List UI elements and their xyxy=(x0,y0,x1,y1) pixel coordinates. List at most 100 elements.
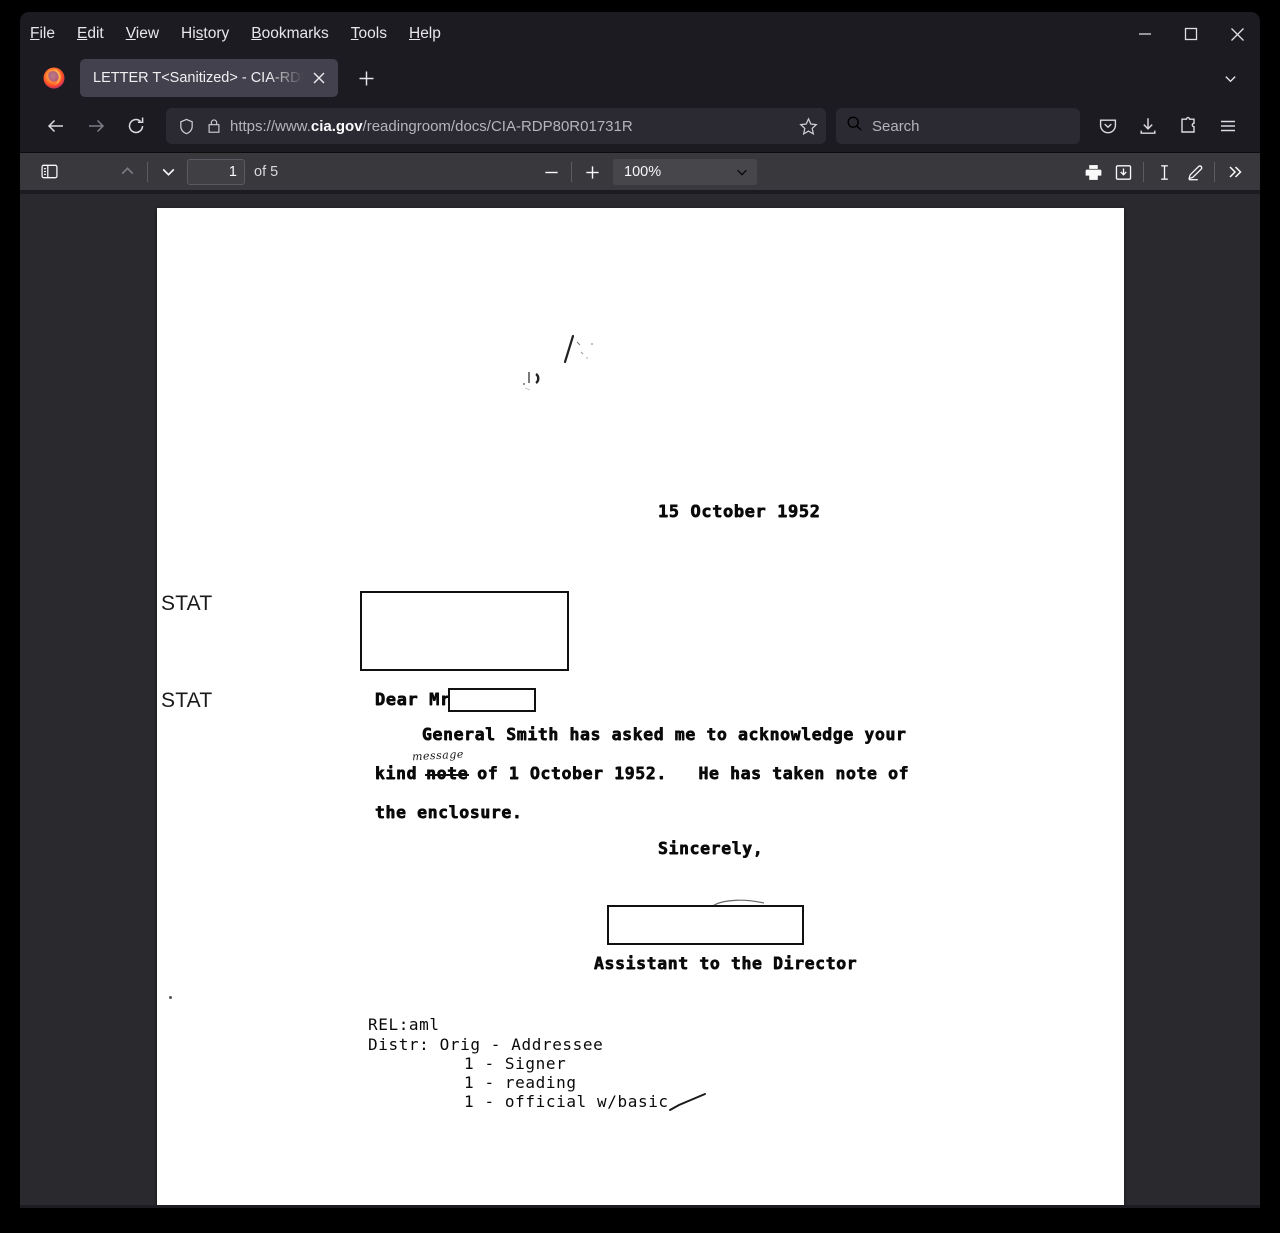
menu-history[interactable]: History xyxy=(172,20,238,48)
window-controls xyxy=(1122,12,1260,56)
plus-icon xyxy=(585,165,599,179)
page-number-input[interactable]: 1 xyxy=(187,158,245,185)
bookmark-star-button[interactable] xyxy=(799,116,818,136)
body-line-2-prefix: kind xyxy=(375,764,418,783)
handwritten-correction: message xyxy=(411,747,465,764)
text-select-icon xyxy=(1160,164,1168,180)
tab-active[interactable]: LETTER T<Sanitized> - CIA-RDP80R01731R0 xyxy=(80,59,338,97)
menu-edit[interactable]: Edit xyxy=(68,20,113,48)
page-count-label: of 5 xyxy=(254,163,279,180)
distribution-line-4: 1 - official w/basic xyxy=(464,1092,669,1111)
redaction-box-name xyxy=(448,688,536,712)
app-menu-button[interactable] xyxy=(1208,106,1248,146)
draw-button[interactable] xyxy=(1179,158,1209,186)
previous-page-button[interactable] xyxy=(112,158,142,186)
back-arrow-icon xyxy=(47,119,63,133)
star-icon xyxy=(799,116,818,135)
reload-button[interactable] xyxy=(116,106,156,146)
new-tab-button[interactable] xyxy=(348,60,384,96)
redaction-box-addressee xyxy=(360,591,569,671)
closing-text: Sincerely, xyxy=(658,839,764,858)
menu-file[interactable]: File xyxy=(21,20,64,48)
menu-tools[interactable]: Tools xyxy=(342,20,396,48)
document-date: 15 October 1952 xyxy=(658,502,821,522)
pocket-button[interactable] xyxy=(1088,106,1128,146)
toolbar-separator xyxy=(1214,162,1215,182)
browser-window: File Edit View History Bookmarks Tools H… xyxy=(20,12,1260,1208)
search-input[interactable]: Search xyxy=(872,118,920,135)
menu-help[interactable]: Help xyxy=(400,20,450,48)
zoom-controls: 100% xyxy=(536,153,757,191)
plus-icon xyxy=(359,71,373,85)
url-text[interactable]: https://www.cia.gov/readingroom/docs/CIA… xyxy=(230,118,791,135)
url-host: cia.gov xyxy=(310,117,363,135)
toolbar-separator xyxy=(147,161,148,182)
body-line-1: General Smith has asked me to acknowledg… xyxy=(422,725,907,744)
chevron-down-icon xyxy=(162,168,174,176)
minus-icon xyxy=(544,171,558,173)
search-icon xyxy=(846,115,863,137)
extensions-puzzle-icon xyxy=(1181,116,1195,133)
print-icon xyxy=(1085,164,1101,180)
pdf-toolbar: 1 of 5 100% xyxy=(20,152,1260,190)
reload-icon xyxy=(128,117,144,134)
pdf-viewer[interactable]: STAT 15 October 1952 STAT STAT xyxy=(20,194,1260,1205)
text-select-button[interactable] xyxy=(1149,158,1179,186)
save-button[interactable] xyxy=(1108,158,1138,186)
downloads-button[interactable] xyxy=(1128,106,1168,146)
redaction-box-signature xyxy=(607,905,804,945)
menu-bar: File Edit View History Bookmarks Tools H… xyxy=(20,12,1260,56)
tab-strip: LETTER T<Sanitized> - CIA-RDP80R01731R0 xyxy=(20,56,1260,100)
save-download-icon xyxy=(1115,164,1131,180)
distribution-line-2: 1 - Signer xyxy=(464,1054,567,1073)
chevron-down-icon xyxy=(1224,75,1236,82)
scan-artifact-dot xyxy=(169,996,172,999)
pocket-icon xyxy=(1099,119,1117,134)
scan-artifact-mark xyxy=(563,334,593,364)
shield-icon[interactable] xyxy=(178,118,195,135)
search-bar[interactable]: Search xyxy=(836,108,1080,144)
minimize-button[interactable] xyxy=(1122,12,1168,56)
back-button[interactable] xyxy=(36,106,76,146)
menu-view[interactable]: View xyxy=(117,20,168,48)
next-page-button[interactable] xyxy=(153,158,183,186)
close-icon xyxy=(1230,27,1244,41)
extensions-button[interactable] xyxy=(1168,106,1208,146)
maximize-button[interactable] xyxy=(1168,12,1214,56)
url-bar[interactable]: https://www.cia.gov/readingroom/docs/CIA… xyxy=(166,108,826,144)
tab-close-button[interactable] xyxy=(306,65,332,91)
list-all-tabs-button[interactable] xyxy=(1210,56,1250,100)
url-path: /readingroom/docs/CIA-RDP80R01731R xyxy=(362,117,633,135)
distribution-line-3: 1 - reading xyxy=(464,1073,577,1092)
body-line-2-rest: of 1 October 1952. He has taken note of xyxy=(477,764,910,783)
toolbar-separator xyxy=(1143,162,1144,182)
forward-arrow-icon xyxy=(89,119,105,133)
padlock-icon[interactable] xyxy=(206,118,222,134)
more-tools-button[interactable] xyxy=(1220,158,1250,186)
forward-button[interactable] xyxy=(76,106,116,146)
print-button[interactable] xyxy=(1078,158,1108,186)
toolbar-right-actions xyxy=(1088,106,1248,146)
zoom-select[interactable]: 100% xyxy=(613,159,757,185)
body-line-2: kind note of 1 October 1952. He has taken … xyxy=(375,764,909,784)
chevron-down-icon xyxy=(737,169,747,176)
double-chevron-right-icon xyxy=(1229,166,1242,178)
tab-title: LETTER T<Sanitized> - CIA-RDP80R01731R0 xyxy=(93,70,306,86)
firefox-logo-icon xyxy=(43,67,65,89)
pdf-page-1: 15 October 1952 STAT STAT Dear Mr. Gener… xyxy=(157,208,1124,1205)
distribution-line-1: Distr: Orig - Addressee xyxy=(368,1035,604,1054)
menu-bookmarks[interactable]: Bookmarks xyxy=(242,20,338,48)
sidebar-toggle-button[interactable] xyxy=(34,158,64,186)
url-prefix: https://www. xyxy=(230,117,311,135)
zoom-value-label: 100% xyxy=(624,164,662,180)
zoom-out-button[interactable] xyxy=(536,158,566,186)
download-icon xyxy=(1140,118,1156,134)
minimize-icon xyxy=(1139,33,1151,35)
zoom-in-button[interactable] xyxy=(577,158,607,186)
draw-highlight-icon xyxy=(1187,164,1202,180)
stat-label-salutation: STAT xyxy=(161,689,213,712)
sidebar-toggle-icon xyxy=(40,164,58,179)
close-button[interactable] xyxy=(1214,12,1260,56)
chevron-up-icon xyxy=(121,167,133,175)
pdf-tools xyxy=(1078,153,1250,191)
